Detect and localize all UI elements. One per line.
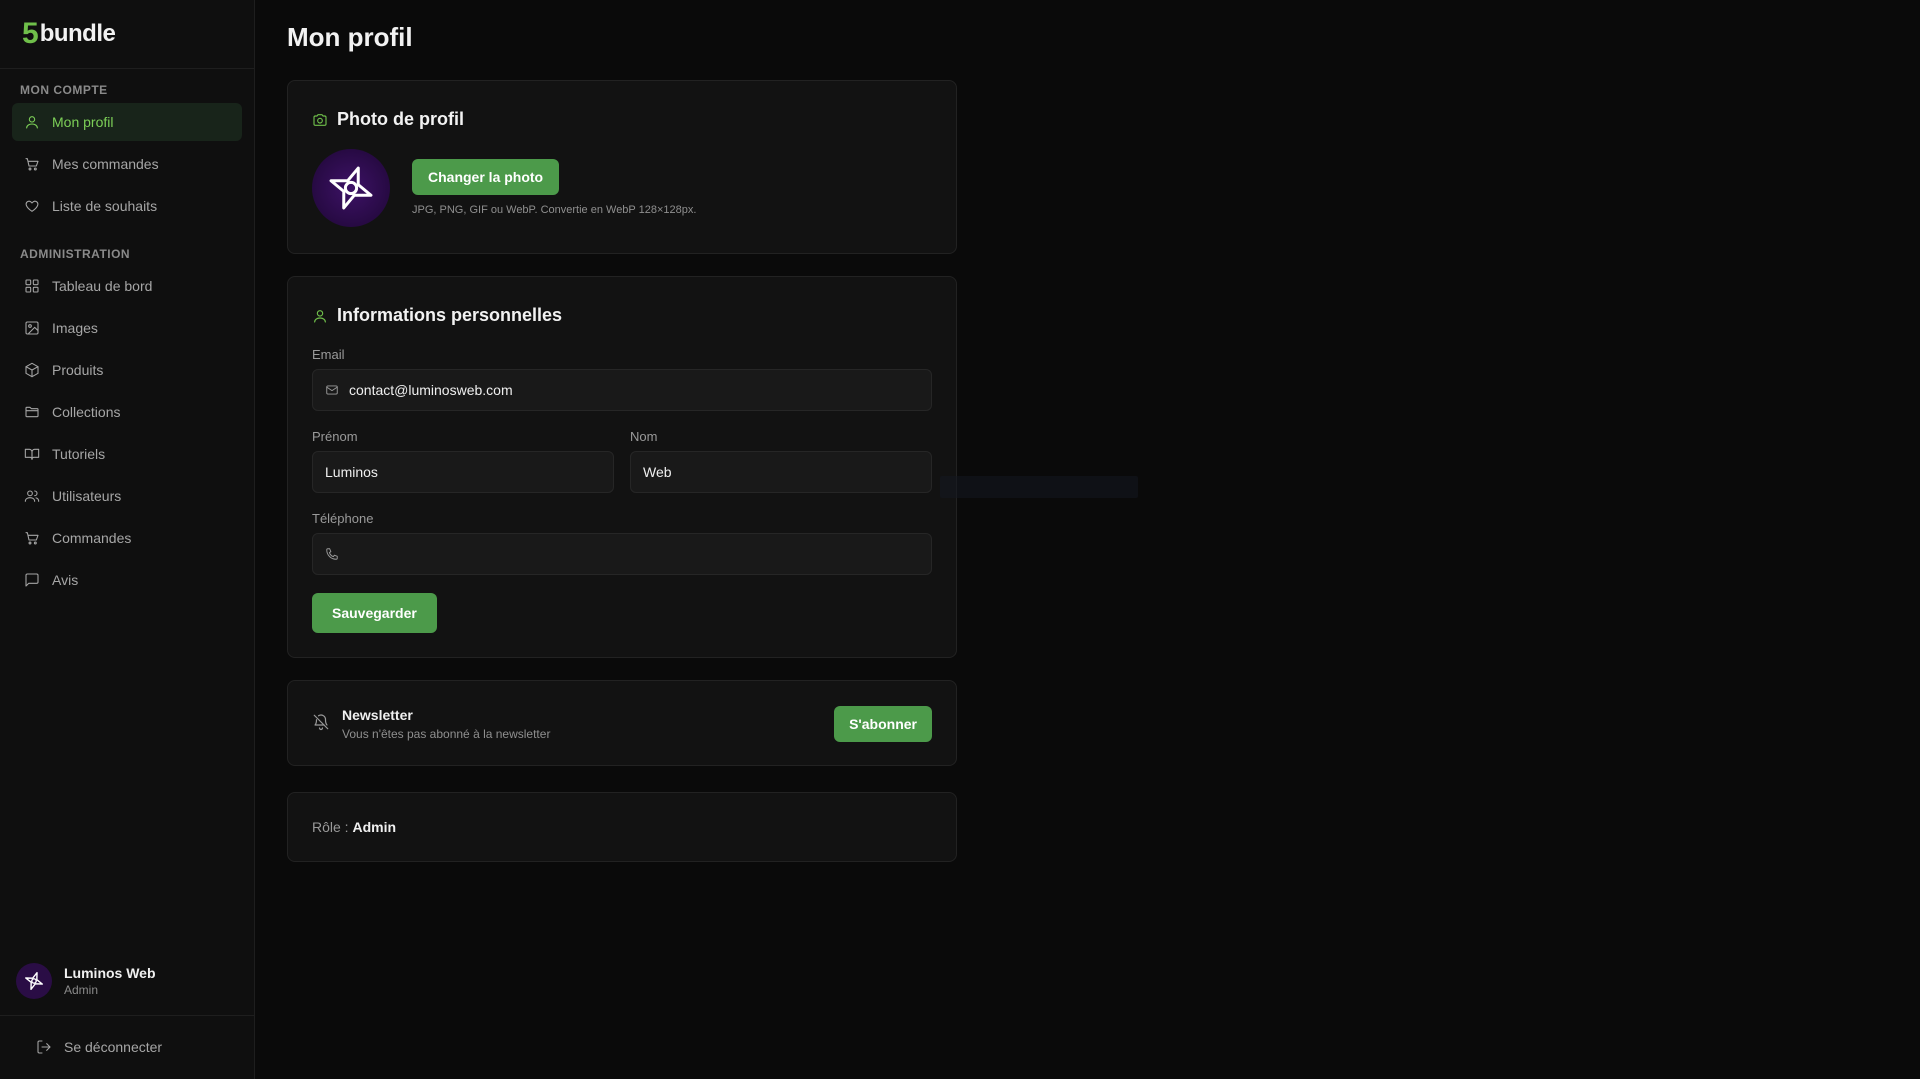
phone-label: Téléphone bbox=[312, 511, 374, 526]
sidebar-item-commandes[interactable]: Commandes bbox=[12, 519, 242, 557]
email-label: Email bbox=[312, 347, 345, 362]
avatar bbox=[16, 962, 52, 999]
sidebar-item-utilisateurs[interactable]: Utilisateurs bbox=[12, 477, 242, 515]
lastname-label: Nom bbox=[630, 429, 658, 444]
sidebar-user[interactable]: Luminos Web Admin bbox=[0, 946, 254, 1016]
user-icon bbox=[314, 309, 326, 323]
email-field[interactable]: contact@luminosweb.com bbox=[312, 369, 932, 411]
user-name: Luminos Web bbox=[64, 964, 156, 981]
section-label-admin: ADMINISTRATION bbox=[20, 247, 131, 261]
main-content: Mon profil Photo de profil Changer la ph… bbox=[255, 0, 1920, 1079]
email-value: contact@luminosweb.com bbox=[349, 382, 513, 398]
camera-icon bbox=[313, 113, 327, 126]
package-icon bbox=[24, 362, 40, 378]
role-value: Admin bbox=[352, 819, 397, 835]
role-line: Rôle : Admin bbox=[312, 819, 396, 835]
app-root: 5 bundle MON COMPTE Mon profil Mes comma… bbox=[0, 0, 1920, 1079]
photo-card-title: Photo de profil bbox=[312, 109, 464, 130]
section-label-account: MON COMPTE bbox=[20, 83, 108, 97]
personal-info-title-text: Informations personnelles bbox=[337, 305, 563, 325]
sidebar-item-label: Mes commandes bbox=[52, 156, 159, 172]
heart-icon bbox=[24, 198, 40, 214]
sidebar-user-info: Luminos Web Admin bbox=[64, 965, 156, 997]
sidebar-item-avis[interactable]: Avis bbox=[12, 561, 242, 599]
sidebar-item-label: Utilisateurs bbox=[52, 488, 122, 504]
sidebar-item-label: Commandes bbox=[52, 530, 132, 546]
user-role: Admin bbox=[64, 982, 99, 997]
cart-icon bbox=[24, 530, 40, 546]
bell-off-icon bbox=[312, 713, 330, 736]
mail-icon bbox=[326, 385, 338, 395]
sparkle-logo-icon bbox=[25, 971, 43, 990]
sidebar-item-label: Collections bbox=[52, 404, 121, 420]
phone-icon bbox=[326, 548, 338, 560]
newsletter-card: Newsletter Vous n'êtes pas abonné à la n… bbox=[287, 680, 957, 766]
lastname-value: Web bbox=[643, 464, 672, 480]
sidebar-item-label: Avis bbox=[52, 572, 79, 588]
sidebar-item-images[interactable]: Images bbox=[12, 309, 242, 347]
sidebar-item-label: Tutoriels bbox=[52, 446, 106, 462]
lastname-field[interactable]: Web bbox=[630, 451, 932, 493]
user-icon bbox=[24, 114, 40, 130]
newsletter-status: Vous n'êtes pas abonné à la newsletter bbox=[342, 727, 551, 741]
phone-field[interactable] bbox=[312, 533, 932, 575]
firstname-label: Prénom bbox=[312, 429, 358, 444]
sidebar: 5 bundle MON COMPTE Mon profil Mes comma… bbox=[0, 0, 255, 1079]
profile-photo bbox=[312, 149, 390, 227]
logout-icon bbox=[36, 1039, 52, 1055]
photo-card: Photo de profil Changer la photo JPG, PN… bbox=[287, 80, 957, 254]
sidebar-item-label: Images bbox=[52, 320, 98, 336]
brand-number: 5 bbox=[22, 17, 39, 50]
image-icon bbox=[24, 320, 40, 336]
dashboard-icon bbox=[24, 278, 40, 294]
photo-hint: JPG, PNG, GIF ou WebP. Convertie en WebP… bbox=[412, 204, 697, 216]
sidebar-item-collections[interactable]: Collections bbox=[12, 393, 242, 431]
personal-info-card: Informations personnelles Email contact@… bbox=[287, 276, 957, 658]
logout-button[interactable]: Se déconnecter bbox=[24, 1028, 230, 1066]
faded-overlay bbox=[940, 476, 1138, 498]
brand-logo[interactable]: 5 bundle bbox=[0, 0, 254, 69]
photo-card-title-text: Photo de profil bbox=[337, 109, 464, 129]
sidebar-item-mes-commandes[interactable]: Mes commandes bbox=[12, 145, 242, 183]
page-title: Mon profil bbox=[287, 22, 413, 52]
sidebar-item-label: Tableau de bord bbox=[52, 278, 153, 294]
sidebar-item-label: Liste de souhaits bbox=[52, 198, 158, 214]
personal-info-title: Informations personnelles bbox=[312, 305, 562, 326]
role-card: Rôle : Admin bbox=[287, 792, 957, 862]
brand-name: bundle bbox=[39, 20, 116, 47]
logout-label: Se déconnecter bbox=[64, 1039, 163, 1055]
message-icon bbox=[24, 572, 40, 588]
save-button[interactable]: Sauvegarder bbox=[312, 593, 437, 633]
firstname-value: Luminos bbox=[325, 464, 378, 480]
sidebar-item-produits[interactable]: Produits bbox=[12, 351, 242, 389]
sidebar-item-tableau-de-bord[interactable]: Tableau de bord bbox=[12, 267, 242, 305]
firstname-field[interactable]: Luminos bbox=[312, 451, 614, 493]
cart-icon bbox=[24, 156, 40, 172]
sidebar-item-mon-profil[interactable]: Mon profil bbox=[12, 103, 242, 141]
newsletter-title: Newsletter bbox=[342, 707, 413, 723]
users-icon bbox=[24, 488, 40, 504]
role-label: Rôle : bbox=[312, 819, 349, 835]
sidebar-item-label: Mon profil bbox=[52, 114, 114, 130]
sidebar-item-label: Produits bbox=[52, 362, 104, 378]
book-icon bbox=[24, 446, 40, 462]
sidebar-item-liste-de-souhaits[interactable]: Liste de souhaits bbox=[12, 187, 242, 225]
subscribe-button[interactable]: S'abonner bbox=[834, 706, 932, 742]
sparkle-logo-icon bbox=[329, 166, 373, 210]
sidebar-item-tutoriels[interactable]: Tutoriels bbox=[12, 435, 242, 473]
change-photo-button[interactable]: Changer la photo bbox=[412, 159, 560, 195]
folder-icon bbox=[24, 404, 40, 420]
